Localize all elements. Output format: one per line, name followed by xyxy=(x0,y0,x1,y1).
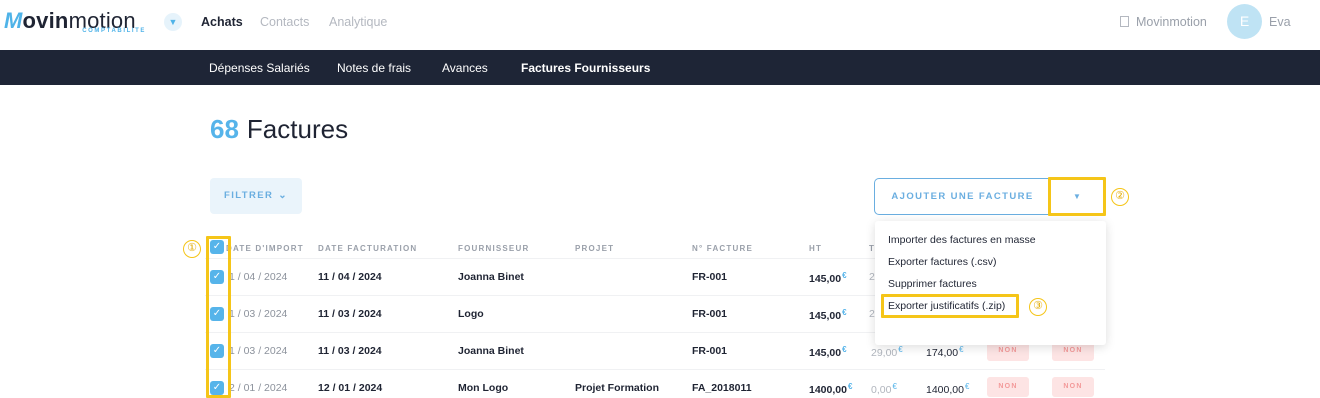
company-name: Movinmotion xyxy=(1136,15,1207,29)
invoice-number: FR-001 xyxy=(692,345,728,357)
amount-ttc: 1400,00€ xyxy=(926,382,970,396)
subnav-avances[interactable]: Avances xyxy=(442,61,488,75)
invoice-number: FR-001 xyxy=(692,308,728,320)
subnav-factures-fournisseurs[interactable]: Factures Fournisseurs xyxy=(521,61,650,75)
annotation-marker-1: ① xyxy=(183,240,201,258)
project: Projet Formation xyxy=(575,382,660,394)
avatar[interactable]: E xyxy=(1227,4,1262,39)
import-date: 1 / 04 / 2024 xyxy=(229,271,288,283)
invoice-date: 11 / 03 / 2024 xyxy=(318,345,382,357)
supplier: Logo xyxy=(458,308,484,320)
add-invoice-menu: Importer des factures en masse Exporter … xyxy=(875,221,1106,345)
amount-tva: 0,00€ xyxy=(871,382,897,396)
building-icon xyxy=(1120,16,1129,27)
chevron-down-icon[interactable]: ▼ xyxy=(164,13,182,31)
topnav-analytique[interactable]: Analytique xyxy=(329,15,387,29)
logo-subtitle: COMPTABILITE xyxy=(82,28,146,34)
highlight-checkbox-column xyxy=(206,236,231,398)
header-invoice-number[interactable]: N° FACTURE xyxy=(692,244,753,253)
top-bar: Movinmotion COMPTABILITE ▼ Achats Contac… xyxy=(0,0,1320,50)
company-selector[interactable]: Movinmotion xyxy=(1120,15,1207,29)
status-badge: NON xyxy=(1052,377,1094,397)
filter-label: FILTRER xyxy=(224,190,274,201)
filter-button[interactable]: FILTRER ⌄ xyxy=(210,178,302,214)
topnav-contacts[interactable]: Contacts xyxy=(260,15,309,29)
page-title: 68 Factures xyxy=(210,114,348,145)
header-invoice-date[interactable]: DATE FACTURATION xyxy=(318,244,417,253)
header-import-date[interactable]: DATE D'IMPORT xyxy=(226,244,304,253)
header-project[interactable]: PROJET xyxy=(575,244,614,253)
movinmotion-logo[interactable]: Movinmotion COMPTABILITE xyxy=(4,8,146,38)
annotation-marker-2: ② xyxy=(1111,188,1129,206)
user-name[interactable]: Eva xyxy=(1269,15,1291,29)
chevron-down-icon: ⌄ xyxy=(278,190,288,201)
supplier: Joanna Binet xyxy=(458,271,524,283)
amount-ttc: 174,00€ xyxy=(926,345,964,359)
invoice-date: 11 / 04 / 2024 xyxy=(318,271,382,283)
highlight-export-zip xyxy=(881,294,1019,318)
invoice-date: 12 / 01 / 2024 xyxy=(318,382,383,394)
amount-tva: 2 xyxy=(869,271,875,283)
add-invoice-button[interactable]: AJOUTER UNE FACTURE xyxy=(874,178,1050,215)
invoice-number: FA_2018011 xyxy=(692,382,752,394)
import-date: 2 / 01 / 2024 xyxy=(229,382,288,394)
amount-tva: 29,00€ xyxy=(871,345,903,359)
import-date: 1 / 03 / 2024 xyxy=(229,308,288,320)
amount-ht: 145,00€ xyxy=(809,271,847,285)
status-badge: NON xyxy=(987,377,1029,397)
row-divider xyxy=(205,369,1105,370)
amount-ht: 145,00€ xyxy=(809,308,847,322)
supplier: Mon Logo xyxy=(458,382,509,394)
header-ht[interactable]: HT xyxy=(809,244,822,253)
amount-ht: 1400,00€ xyxy=(809,382,853,396)
amount-ht: 145,00€ xyxy=(809,345,847,359)
supplier: Joanna Binet xyxy=(458,345,524,357)
invoice-number: FR-001 xyxy=(692,271,728,283)
amount-tva: 2 xyxy=(869,308,875,320)
topnav-achats[interactable]: Achats xyxy=(201,15,243,29)
menu-item-export-csv[interactable]: Exporter factures (.csv) xyxy=(888,256,997,268)
header-supplier[interactable]: FOURNISSEUR xyxy=(458,244,529,253)
subnav-depenses-salaries[interactable]: Dépenses Salariés xyxy=(209,61,310,75)
import-date: 1 / 03 / 2024 xyxy=(229,345,288,357)
page-title-text: Factures xyxy=(246,114,349,144)
subnav-notes-de-frais[interactable]: Notes de frais xyxy=(337,61,411,75)
annotation-marker-3: ③ xyxy=(1029,298,1047,316)
invoice-date: 11 / 03 / 2024 xyxy=(318,308,382,320)
highlight-dropdown-toggle xyxy=(1048,177,1106,216)
menu-item-delete-invoices[interactable]: Supprimer factures xyxy=(888,278,977,290)
menu-item-import-bulk[interactable]: Importer des factures en masse xyxy=(888,234,1036,246)
sub-navigation: Dépenses Salariés Notes de frais Avances… xyxy=(0,50,1320,85)
invoice-count: 68 xyxy=(210,114,239,144)
